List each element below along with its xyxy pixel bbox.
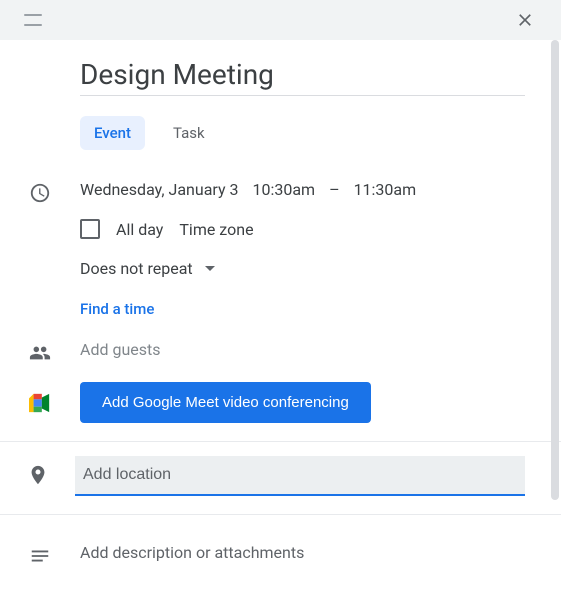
allday-label: All day	[116, 220, 163, 239]
drag-handle-icon[interactable]	[24, 14, 48, 26]
scrollbar-thumb[interactable]	[551, 40, 559, 500]
timezone-button[interactable]: Time zone	[179, 220, 253, 239]
time-dash: –	[329, 180, 340, 199]
type-tabs: Event Task	[80, 116, 561, 150]
people-icon	[29, 342, 51, 364]
meet-section: Add Google Meet video conferencing	[0, 382, 561, 423]
time-section: Wednesday, January 3 10:30am – 11:30am A…	[0, 180, 561, 318]
tab-event[interactable]: Event	[80, 116, 145, 150]
dialog-titlebar	[0, 0, 561, 40]
google-meet-icon	[29, 392, 51, 410]
close-button[interactable]	[505, 0, 545, 40]
add-guests-input[interactable]: Add guests	[80, 340, 525, 359]
divider	[0, 441, 561, 442]
repeat-label: Does not repeat	[80, 259, 193, 278]
description-section: Add description or attachments	[0, 543, 561, 567]
event-title-input[interactable]: Design Meeting	[80, 58, 525, 96]
dialog-content: Design Meeting Event Task Wednesday, Jan…	[0, 40, 561, 567]
add-meet-button[interactable]: Add Google Meet video conferencing	[80, 382, 371, 423]
notes-icon	[29, 545, 51, 567]
location-icon	[27, 464, 49, 486]
clock-icon	[29, 182, 51, 204]
end-time[interactable]: 11:30am	[354, 180, 417, 199]
add-description-input[interactable]: Add description or attachments	[80, 543, 525, 562]
divider	[0, 514, 561, 515]
date-text[interactable]: Wednesday, January 3	[80, 180, 238, 199]
chevron-down-icon	[205, 266, 215, 271]
location-section	[0, 456, 561, 496]
scrollbar[interactable]	[551, 40, 559, 601]
location-input[interactable]	[75, 456, 525, 496]
repeat-dropdown[interactable]: Does not repeat	[80, 259, 525, 278]
close-icon	[515, 10, 535, 30]
allday-checkbox[interactable]	[80, 219, 100, 239]
start-time[interactable]: 10:30am	[252, 180, 315, 199]
tab-task[interactable]: Task	[159, 116, 219, 150]
find-a-time-link[interactable]: Find a time	[80, 300, 525, 318]
guests-section: Add guests	[0, 340, 561, 364]
